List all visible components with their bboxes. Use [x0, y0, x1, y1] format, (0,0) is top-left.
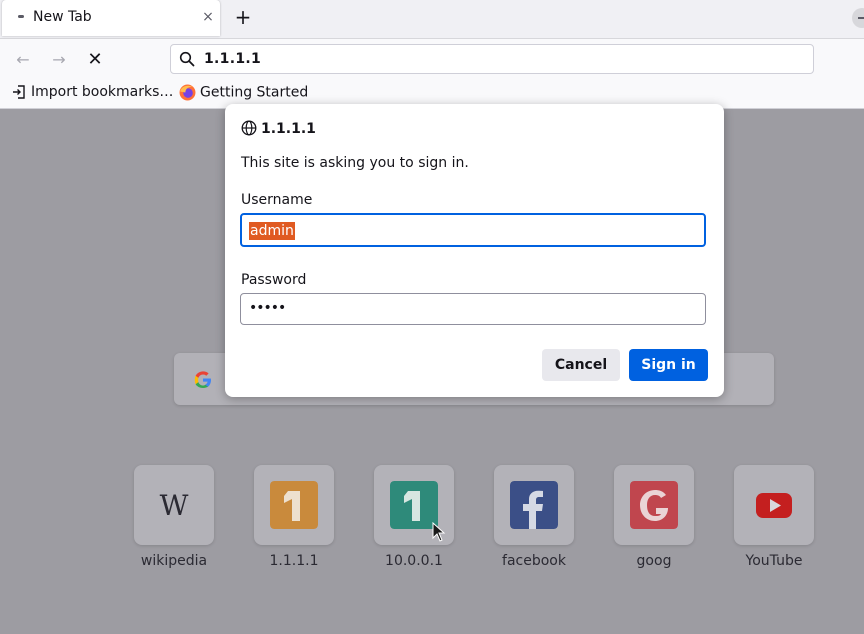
- wikipedia-icon: W: [160, 489, 189, 522]
- new-tab-button[interactable]: +: [233, 5, 253, 29]
- username-field[interactable]: admin: [240, 213, 706, 247]
- top-site-facebook[interactable]: [494, 465, 574, 545]
- url-bar[interactable]: 1.1.1.1: [170, 44, 814, 74]
- back-button[interactable]: ←: [11, 49, 35, 71]
- firefox-icon: [179, 84, 196, 101]
- dialog-message: This site is asking you to sign in.: [241, 155, 469, 171]
- top-site-goog[interactable]: [614, 465, 694, 545]
- search-icon: [179, 51, 195, 67]
- tab-close-icon[interactable]: ×: [200, 8, 216, 26]
- bookmark-import[interactable]: Import bookmarks…: [11, 84, 173, 104]
- facebook-icon: [510, 481, 558, 529]
- mouse-cursor-icon: [432, 522, 446, 542]
- bookmark-label: Import bookmarks…: [31, 84, 174, 100]
- tab-new-tab[interactable]: New Tab ×: [2, 0, 220, 36]
- top-site-label: YouTube: [745, 553, 803, 569]
- username-label: Username: [241, 192, 313, 208]
- top-site-label: 10.0.0.1: [385, 553, 443, 569]
- number-one-orange-icon: [270, 481, 318, 529]
- top-site-youtube[interactable]: [734, 465, 814, 545]
- tab-title: New Tab: [33, 9, 92, 25]
- bookmark-getting-started[interactable]: Getting Started: [179, 84, 308, 104]
- top-site-1-1-1-1[interactable]: [254, 465, 334, 545]
- google-icon: [194, 371, 211, 388]
- dialog-header: 1.1.1.1: [241, 120, 316, 137]
- tab-loading-icon: [18, 15, 24, 18]
- top-site-label: facebook: [502, 553, 566, 569]
- navigation-bar: ← → ✕ 1.1.1.1: [0, 39, 864, 81]
- password-value: •••••: [249, 300, 286, 316]
- password-field[interactable]: •••••: [240, 293, 706, 325]
- dialog-host: 1.1.1.1: [261, 121, 316, 137]
- minimize-icon[interactable]: [852, 8, 864, 28]
- forward-button[interactable]: →: [47, 49, 71, 71]
- password-label: Password: [241, 272, 307, 288]
- svg-text:W: W: [160, 489, 189, 522]
- bookmark-label: Getting Started: [200, 84, 309, 101]
- top-site-label: wikipedia: [140, 553, 208, 569]
- top-site-label: 1.1.1.1: [269, 553, 319, 569]
- cancel-button[interactable]: Cancel: [542, 349, 620, 381]
- globe-icon: [241, 120, 257, 136]
- stop-button[interactable]: ✕: [83, 49, 107, 71]
- tab-strip: New Tab × +: [0, 0, 864, 39]
- top-site-label: goog: [636, 553, 672, 569]
- auth-dialog: 1.1.1.1 This site is asking you to sign …: [225, 104, 724, 397]
- goog-icon: [630, 481, 678, 529]
- url-input[interactable]: 1.1.1.1: [204, 51, 261, 67]
- youtube-icon: [756, 493, 792, 518]
- top-site-wikipedia[interactable]: W: [134, 465, 214, 545]
- number-one-teal-icon: [390, 481, 438, 529]
- username-value: admin: [249, 222, 295, 240]
- sign-in-button[interactable]: Sign in: [629, 349, 708, 381]
- import-icon: [13, 85, 25, 99]
